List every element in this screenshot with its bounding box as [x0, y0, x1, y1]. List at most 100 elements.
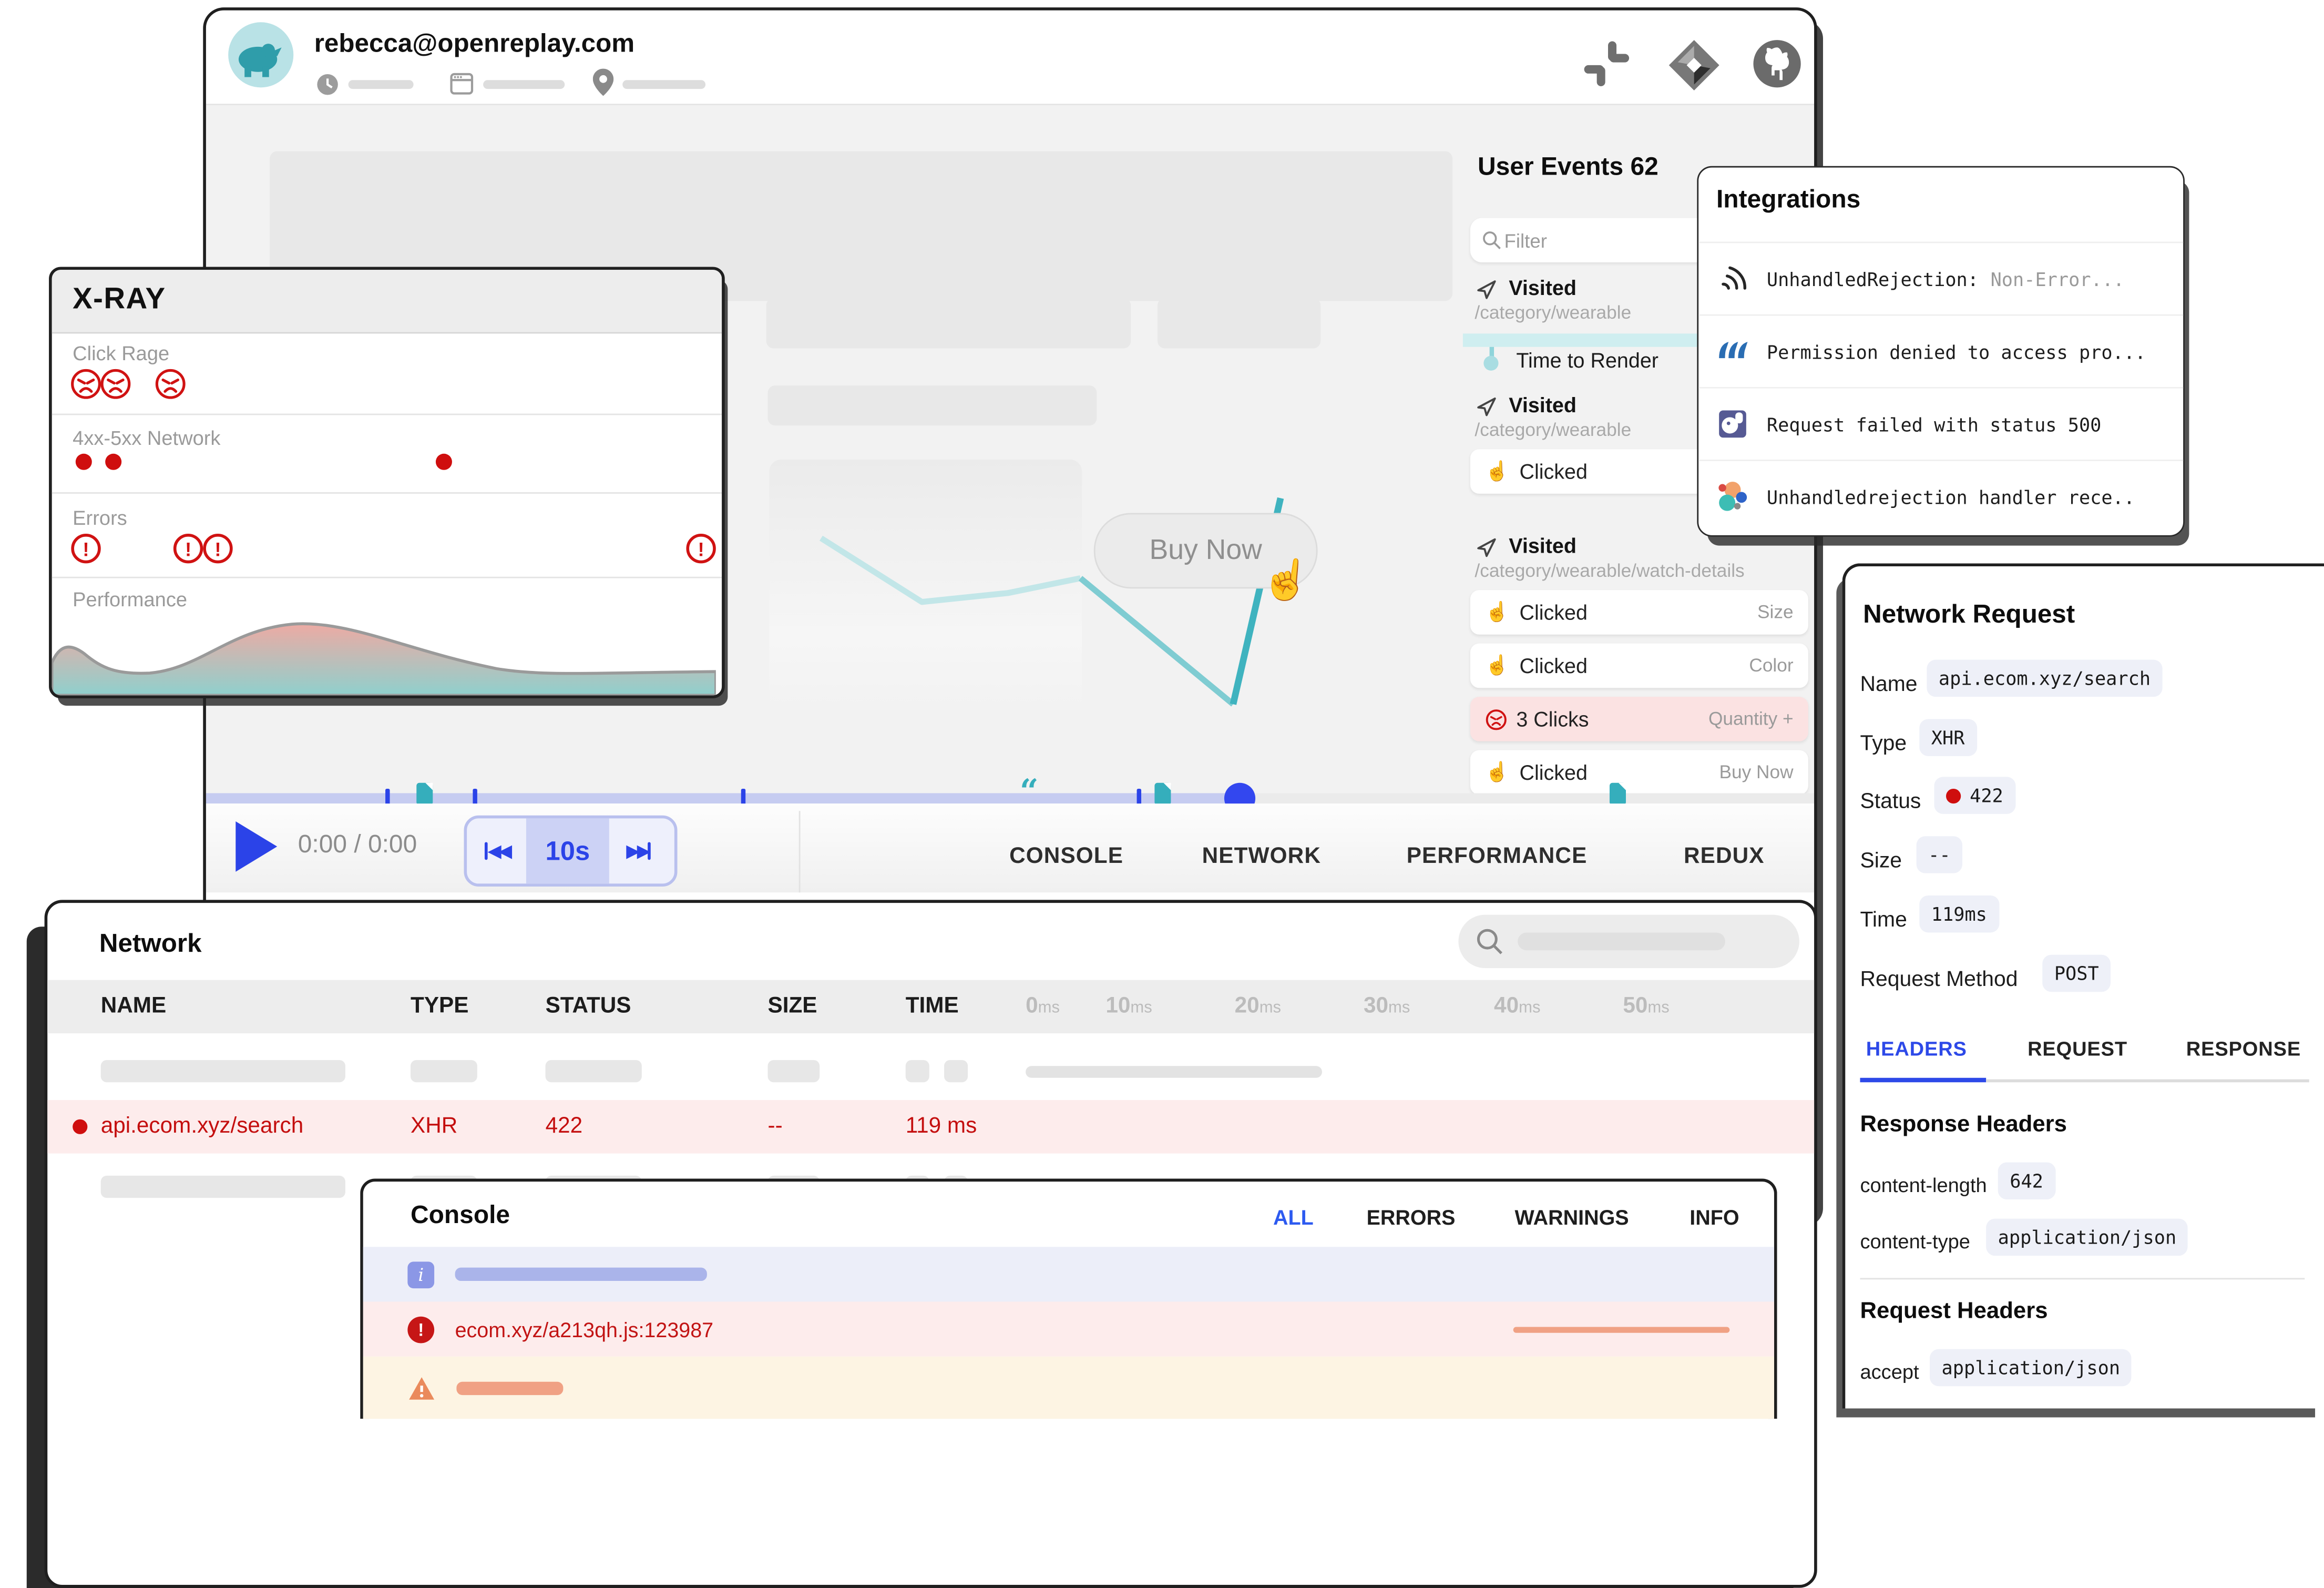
- console-row-warning[interactable]: [363, 1357, 1774, 1419]
- xray-click-rage-label: Click Rage: [73, 342, 169, 364]
- integration-message: Unhandledrejection handler rece..: [1767, 485, 2135, 507]
- performance-sparkline: [52, 612, 716, 695]
- network-error-dot: [76, 454, 92, 470]
- network-search[interactable]: [1458, 915, 1799, 969]
- event-path-3: /category/wearable/watch-details: [1475, 561, 1744, 581]
- status-error-dot: [73, 1119, 87, 1134]
- divider: [1860, 1278, 2305, 1279]
- integration-row-datadog[interactable]: Request failed with status 500: [1698, 387, 2183, 460]
- console-tab-info[interactable]: INFO: [1690, 1205, 1739, 1229]
- skip-back-button[interactable]: ◀◀: [467, 818, 526, 883]
- event-card-clicked-size[interactable]: ☝ Clicked Size: [1470, 590, 1808, 635]
- datadog-icon: [1716, 408, 1749, 440]
- visited-icon: [1475, 535, 1498, 559]
- timeline-remaining[interactable]: [1244, 793, 1815, 803]
- cell-size: --: [768, 1113, 783, 1138]
- pointer-cursor-icon: ☝: [1259, 554, 1314, 606]
- event-visited-2[interactable]: Visited: [1509, 393, 1576, 416]
- accept-label: accept: [1860, 1361, 1919, 1383]
- network-row-error[interactable]: api.ecom.xyz/search XHR 422 -- 119 ms: [47, 1100, 1814, 1154]
- event-card-label: Clicked: [1520, 460, 1588, 483]
- skip-controls: ◀◀ 10s ▶▶: [464, 816, 678, 887]
- ms-label-0: 0ms: [1026, 993, 1060, 1019]
- slack-icon[interactable]: [1580, 37, 1634, 90]
- github-icon[interactable]: [1747, 34, 1807, 94]
- tab-redux[interactable]: REDUX: [1684, 843, 1765, 869]
- event-card-detail: Quantity +: [1708, 709, 1794, 729]
- console-tab-all[interactable]: ALL: [1273, 1205, 1314, 1229]
- hand-click-icon: ☝: [1485, 654, 1509, 677]
- col-name: NAME: [101, 993, 167, 1019]
- error-icon: !: [71, 534, 100, 563]
- console-title: Console: [411, 1201, 510, 1230]
- integration-row-sentry[interactable]: UnhandledRejection:Non-Error...: [1698, 242, 2183, 314]
- event-path-2: /category/wearable: [1475, 420, 1631, 440]
- timeline-event-marker[interactable]: [1154, 783, 1171, 805]
- info-icon: i: [407, 1261, 434, 1288]
- field-type-label: Type: [1860, 732, 1907, 756]
- content-type-value: application/json: [1986, 1219, 2188, 1256]
- tab-network[interactable]: NETWORK: [1202, 843, 1321, 869]
- console-tab-errors[interactable]: ERRORS: [1367, 1205, 1456, 1229]
- rage-face-icon: [70, 368, 103, 400]
- integration-label: UnhandledRejection:: [1767, 268, 1979, 290]
- network-request-title: Network Request: [1863, 599, 2075, 630]
- active-tab-underline: [1860, 1078, 1986, 1082]
- skip-forward-button[interactable]: ▶▶: [609, 818, 669, 883]
- request-tab-response[interactable]: RESPONSE: [2186, 1038, 2301, 1060]
- integration-row-quotes[interactable]: Permission denied to access pro...: [1698, 314, 2183, 387]
- session-topbar: rebecca@openreplay.com: [206, 11, 1814, 105]
- cell-time: 119 ms: [906, 1113, 977, 1138]
- event-card-detail: Buy Now: [1719, 762, 1794, 782]
- divider: [52, 492, 722, 494]
- field-time-label: Time: [1860, 909, 1907, 932]
- integrations-title: Integrations: [1716, 185, 1860, 215]
- divider: [52, 414, 722, 415]
- request-tab-headers[interactable]: HEADERS: [1866, 1038, 1967, 1060]
- jira-icon[interactable]: [1666, 37, 1722, 93]
- integration-row-elastic[interactable]: Unhandledrejection handler rece..: [1698, 460, 2183, 532]
- screenshot-stage: rebecca@openreplay.com: [0, 0, 2324, 1406]
- tab-console[interactable]: CONSOLE: [1009, 843, 1123, 869]
- field-method-label: Request Method: [1860, 968, 2018, 992]
- ms-label-40: 40ms: [1494, 993, 1540, 1019]
- play-button[interactable]: [236, 821, 277, 872]
- controls-divider: [799, 811, 801, 892]
- hand-click-icon: ☝: [1485, 760, 1509, 784]
- timeline-played[interactable]: [206, 793, 1244, 803]
- console-tab-warnings[interactable]: WARNINGS: [1515, 1205, 1629, 1229]
- time-to-render-dot: [1483, 356, 1498, 371]
- console-error-source: ecom.xyz/a213qh.js:123987: [455, 1317, 714, 1341]
- console-row-error[interactable]: ! ecom.xyz/a213qh.js:123987: [363, 1302, 1774, 1357]
- console-row-info[interactable]: i: [363, 1247, 1774, 1301]
- browser-icon: [449, 71, 474, 96]
- ms-label-30: 30ms: [1364, 993, 1410, 1019]
- user-events-title: User Events 62: [1478, 152, 1658, 182]
- network-search-skeleton: [1518, 932, 1725, 950]
- time-to-render-label[interactable]: Time to Render: [1516, 349, 1658, 372]
- accept-value: application/json: [1930, 1349, 2132, 1386]
- timeline-event-marker[interactable]: [1610, 783, 1626, 805]
- field-status-label: Status: [1860, 790, 1921, 814]
- event-card-detail: Size: [1757, 602, 1794, 623]
- rage-face-icon: [99, 368, 132, 400]
- xray-network-label: 4xx-5xx Network: [73, 427, 220, 449]
- console-panel: Console ALL ERRORS WARNINGS INFO i ! eco…: [360, 1179, 1777, 1419]
- timeline-event-marker[interactable]: [416, 783, 433, 805]
- visited-icon: [1475, 394, 1498, 418]
- event-visited-3[interactable]: Visited: [1509, 534, 1576, 557]
- event-visited-1[interactable]: Visited: [1509, 276, 1576, 299]
- event-card-clicked-buynow[interactable]: ☝ Clicked Buy Now: [1470, 750, 1808, 795]
- skip-interval[interactable]: 10s: [526, 818, 609, 883]
- avatar: [228, 22, 293, 87]
- event-card-detail: Color: [1749, 655, 1793, 676]
- content-type-label: content-type: [1860, 1230, 1970, 1253]
- request-tab-request[interactable]: REQUEST: [2028, 1038, 2127, 1060]
- event-card-clicked-color[interactable]: ☝ Clicked Color: [1470, 644, 1808, 688]
- request-headers-heading: Request Headers: [1860, 1299, 2047, 1326]
- field-time-value: 119ms: [1919, 895, 1999, 932]
- ms-label-50: 50ms: [1623, 993, 1669, 1019]
- tab-performance[interactable]: PERFORMANCE: [1407, 843, 1588, 869]
- event-card-rage-clicks[interactable]: 3 Clicks Quantity +: [1470, 697, 1808, 741]
- warning-icon: [407, 1375, 436, 1400]
